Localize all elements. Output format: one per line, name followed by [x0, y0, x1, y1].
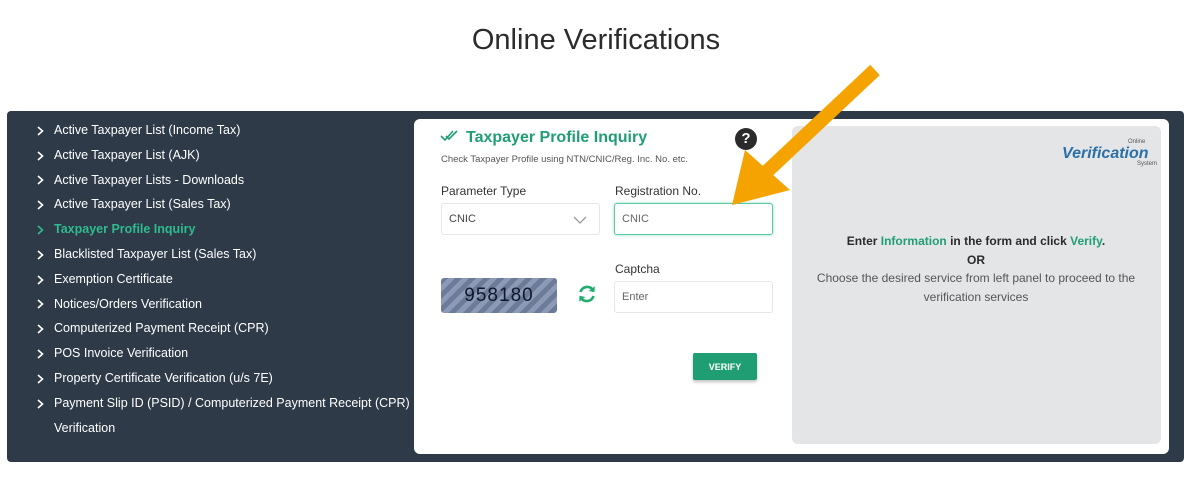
sidebar-item[interactable]: Active Taxpayer List (Income Tax) [32, 118, 412, 143]
sidebar-item[interactable]: Taxpayer Profile Inquiry [32, 217, 412, 242]
online-verification-logo: Online Verification System [1062, 139, 1157, 169]
sidebar-item-label: POS Invoice Verification [54, 346, 189, 361]
sidebar-item[interactable]: Property Certificate Verification (u/s 7… [32, 366, 412, 391]
logo-system-text: System [1137, 161, 1158, 167]
chevron-right-icon [32, 341, 54, 366]
chevron-right-icon [32, 366, 54, 391]
chevron-right-icon [32, 242, 54, 267]
chevron-right-icon [32, 292, 54, 317]
sidebar-item-label: Notices/Orders Verification [54, 296, 202, 311]
sidebar-item-label: Taxpayer Profile Inquiry [54, 222, 196, 237]
sidebar-item-label: Blacklisted Taxpayer List (Sales Tax) [54, 246, 257, 261]
chevron-right-icon [32, 391, 54, 416]
info-line-1-middle: in the form and click [946, 234, 1071, 248]
sidebar-item-label: Computerized Payment Receipt (CPR) [54, 321, 269, 336]
captcha-image: 958180 [441, 278, 557, 313]
info-line-1: Enter Information in the form and click … [800, 232, 1152, 251]
logo-main-text: Verification [1062, 145, 1149, 162]
info-line-1-suffix: . [1101, 234, 1106, 248]
sidebar-item-label: Verification [54, 420, 116, 435]
chevron-right-icon [32, 168, 54, 193]
registration-label: Registration No. [615, 184, 702, 198]
sidebar-item[interactable]: Payment Slip ID (PSID) / Computerized Pa… [32, 391, 412, 416]
sidebar-item[interactable]: Active Taxpayer List (Sales Tax) [32, 192, 412, 217]
sidebar-item-label: Active Taxpayer Lists - Downloads [54, 172, 245, 187]
sidebar-item[interactable]: Exemption Certificate [32, 267, 412, 292]
chevron-right-icon [32, 143, 54, 168]
info-highlight-information: Information [880, 234, 947, 248]
chevron-down-icon [573, 215, 587, 227]
form-title: Taxpayer Profile Inquiry [440, 129, 647, 147]
chevron-right-icon [32, 316, 54, 341]
form-title-text: Taxpayer Profile Inquiry [466, 129, 648, 146]
parameter-type-value: CNIC [449, 213, 476, 225]
info-line-1-prefix: Enter [846, 234, 881, 248]
sidebar-item-label: Exemption Certificate [54, 271, 173, 286]
annotation-arrow-icon [732, 64, 880, 205]
sidebar-item[interactable]: Computerized Payment Receipt (CPR) [32, 316, 412, 341]
sidebar-item[interactable]: Active Taxpayer Lists - Downloads [32, 168, 412, 193]
sidebar-item[interactable]: Blacklisted Taxpayer List (Sales Tax) [32, 242, 412, 267]
double-check-icon [440, 129, 458, 147]
sidebar-item[interactable]: Notices/Orders Verification [32, 292, 412, 317]
sidebar-item[interactable]: Verification [32, 416, 412, 441]
chevron-right-icon [32, 217, 54, 242]
chevron-right-icon [32, 192, 54, 217]
chevron-right-icon [32, 118, 54, 143]
sidebar-item[interactable]: POS Invoice Verification [32, 341, 412, 366]
captcha-label: Captcha [615, 262, 660, 276]
sidebar-item-label: Property Certificate Verification (u/s 7… [54, 370, 273, 385]
sidebar-item-label: Active Taxpayer List (Income Tax) [54, 123, 241, 137]
sidebar-item-label: Active Taxpayer List (Sales Tax) [54, 197, 231, 212]
form-subtitle: Check Taxpayer Profile using NTN/CNIC/Re… [441, 154, 688, 165]
sidebar-item-label: Active Taxpayer List (AJK) [54, 147, 200, 162]
sidebar-item[interactable]: Active Taxpayer List (AJK) [32, 143, 412, 168]
verify-button[interactable]: VERIFY [693, 353, 757, 380]
chevron-right-icon [32, 267, 54, 292]
info-highlight-verify: Verify [1070, 234, 1102, 248]
info-message: Enter Information in the form and click … [800, 232, 1152, 306]
captcha-input[interactable] [614, 281, 773, 313]
sidebar: Active Taxpayer List (Income Tax) Active … [32, 118, 412, 440]
page-title: Online Verifications [471, 24, 721, 56]
info-line-3: Choose the desired service from left pan… [816, 271, 1136, 304]
refresh-icon[interactable] [577, 284, 597, 309]
parameter-type-select[interactable]: CNIC [441, 203, 600, 235]
info-line-or: OR [967, 252, 985, 267]
parameter-type-label: Parameter Type [441, 184, 527, 198]
sidebar-item-label: Payment Slip ID (PSID) / Computerized Pa… [54, 395, 410, 410]
